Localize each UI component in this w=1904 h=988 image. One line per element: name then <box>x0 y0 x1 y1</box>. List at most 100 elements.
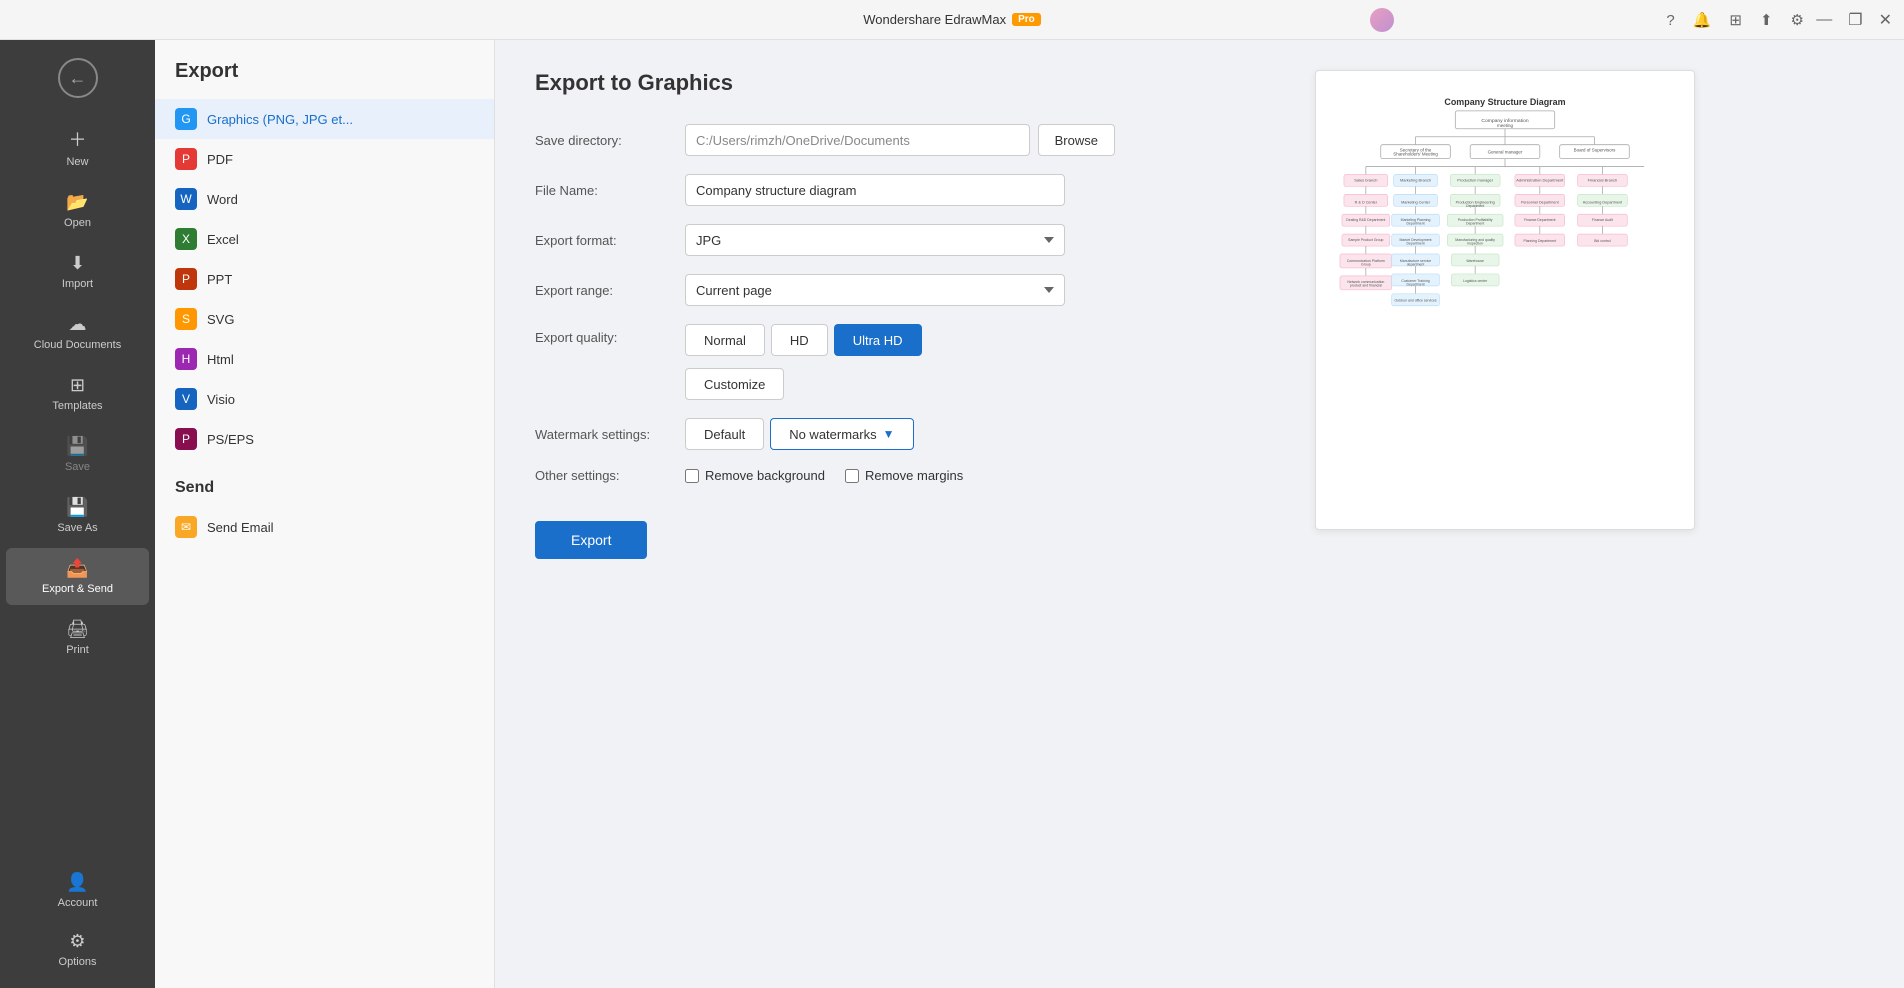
pseps-label: PS/EPS <box>207 432 254 447</box>
pseps-icon: P <box>175 428 197 450</box>
remove-margins-checkbox[interactable] <box>845 469 859 483</box>
email-icon: ✉ <box>175 516 197 538</box>
save-directory-input[interactable] <box>685 124 1030 156</box>
export-type-ppt[interactable]: P PPT <box>155 259 494 299</box>
html-label: Html <box>207 352 234 367</box>
help-icon[interactable]: ? <box>1666 12 1674 29</box>
svg-text:Marketing Branch: Marketing Branch <box>1399 177 1430 182</box>
new-label: New <box>66 156 88 168</box>
export-type-word[interactable]: W Word <box>155 179 494 219</box>
export-type-svg[interactable]: S SVG <box>155 299 494 339</box>
export-range-label: Export range: <box>535 283 685 298</box>
svg-text:department: department <box>1406 262 1424 266</box>
send-section-title: Send <box>155 459 494 507</box>
graphics-icon: G <box>175 108 197 130</box>
graphics-label: Graphics (PNG, JPG et... <box>207 112 353 127</box>
back-button[interactable]: ← <box>58 58 98 98</box>
pdf-label: PDF <box>207 152 233 167</box>
remove-background-checkbox[interactable] <box>685 469 699 483</box>
svg-text:Accounting Department: Accounting Department <box>1582 200 1622 204</box>
watermark-default-btn[interactable]: Default <box>685 418 764 450</box>
bell-icon[interactable]: 🔔 <box>1693 11 1712 29</box>
svg-text:inspection: inspection <box>1467 242 1483 246</box>
save-directory-label: Save directory: <box>535 133 685 148</box>
sidebar-item-account[interactable]: 👤 Account <box>6 862 149 919</box>
close-btn[interactable]: ✕ <box>1879 10 1892 30</box>
svg-text:Marketing Center: Marketing Center <box>1401 200 1431 204</box>
export-type-pseps[interactable]: P PS/EPS <box>155 419 494 459</box>
send-list: ✉ Send Email <box>155 507 494 547</box>
app-title: Wondershare EdrawMax Pro <box>863 12 1041 27</box>
send-email-item[interactable]: ✉ Send Email <box>155 507 494 547</box>
save-as-icon: 💾 <box>66 497 88 518</box>
main-content: Export to Graphics Save directory: Brows… <box>495 40 1904 988</box>
preview-card: Company Structure Diagram Company inform… <box>1315 70 1695 530</box>
export-type-graphics[interactable]: G Graphics (PNG, JPG et... <box>155 99 494 139</box>
svg-text:Company Structure Diagram: Company Structure Diagram <box>1444 97 1565 107</box>
quality-normal-btn[interactable]: Normal <box>685 324 765 356</box>
export-type-html[interactable]: H Html <box>155 339 494 379</box>
remove-margins-label[interactable]: Remove margins <box>845 468 963 483</box>
export-range-row: Export range: Current page All pages Sel… <box>535 274 1115 306</box>
sidebar-item-save: 💾 Save <box>6 426 149 483</box>
sidebar-item-templates[interactable]: ⊞ Templates <box>6 365 149 422</box>
save-directory-row: Save directory: Browse <box>535 124 1115 156</box>
file-name-label: File Name: <box>535 183 685 198</box>
diagram-preview: Company Structure Diagram Company inform… <box>1336 91 1674 369</box>
export-type-pdf[interactable]: P PDF <box>155 139 494 179</box>
quality-hd-btn[interactable]: HD <box>771 324 828 356</box>
minimize-btn[interactable]: — <box>1816 11 1832 29</box>
svg-text:Sales branch: Sales branch <box>1354 177 1377 182</box>
avatar[interactable] <box>1370 8 1394 32</box>
customize-btn[interactable]: Customize <box>685 368 784 400</box>
save-icon: 💾 <box>66 436 88 457</box>
ppt-icon: P <box>175 268 197 290</box>
export-form: Export to Graphics Save directory: Brows… <box>535 70 1115 958</box>
ppt-label: PPT <box>207 272 232 287</box>
export-type-list: G Graphics (PNG, JPG et... P PDF W Word … <box>155 99 494 459</box>
sidebar-item-print[interactable]: 🖨 Print <box>6 609 149 666</box>
pro-badge: Pro <box>1012 13 1041 26</box>
export-type-visio[interactable]: V Visio <box>155 379 494 419</box>
svg-text:Outdoor and office services: Outdoor and office services <box>1394 299 1436 303</box>
sidebar-item-import[interactable]: ⬇ Import <box>6 243 149 300</box>
export-type-panel: Export G Graphics (PNG, JPG et... P PDF … <box>155 40 495 988</box>
remove-background-label[interactable]: Remove background <box>685 468 825 483</box>
export-format-row: Export format: JPG PNG BMP TIFF SVG <box>535 224 1115 256</box>
save-as-label: Save As <box>57 522 97 534</box>
svg-text:Department: Department <box>1406 282 1424 286</box>
open-icon: 📂 <box>66 192 88 213</box>
quality-ultrahd-btn[interactable]: Ultra HD <box>834 324 922 356</box>
svg-text:Bid control: Bid control <box>1594 239 1611 243</box>
apps-icon[interactable]: ⊞ <box>1729 11 1742 29</box>
sidebar-item-options[interactable]: ⚙ Options <box>6 921 149 978</box>
export-button[interactable]: Export <box>535 521 647 559</box>
watermark-no-watermarks-btn[interactable]: No watermarks ▼ <box>770 418 913 450</box>
settings-icon[interactable]: ⚙ <box>1791 11 1804 29</box>
svg-text:Department: Department <box>1406 222 1424 226</box>
svg-text:Finance Department: Finance Department <box>1524 218 1555 222</box>
titlebar: Wondershare EdrawMax Pro ? 🔔 ⊞ ⬆ ⚙ — ❐ ✕ <box>0 0 1904 40</box>
visio-label: Visio <box>207 392 235 407</box>
sidebar-item-save-as[interactable]: 💾 Save As <box>6 487 149 544</box>
sidebar-item-new[interactable]: ＋ New <box>6 116 149 178</box>
sidebar-item-open[interactable]: 📂 Open <box>6 182 149 239</box>
export-range-select[interactable]: Current page All pages Selected shapes <box>685 274 1065 306</box>
upload-icon[interactable]: ⬆ <box>1760 11 1773 29</box>
export-type-excel[interactable]: X Excel <box>155 219 494 259</box>
svg-text:Department: Department <box>1466 222 1484 226</box>
export-format-select[interactable]: JPG PNG BMP TIFF SVG <box>685 224 1065 256</box>
export-icon: 📤 <box>66 558 88 579</box>
svg-text:Board of Supervisors: Board of Supervisors <box>1573 148 1615 153</box>
browse-button[interactable]: Browse <box>1038 124 1115 156</box>
svg-text:meeting: meeting <box>1497 123 1513 128</box>
save-label: Save <box>65 461 90 473</box>
page-title: Export to Graphics <box>535 70 1115 96</box>
sidebar-item-export[interactable]: 📤 Export & Send <box>6 548 149 605</box>
file-name-input[interactable] <box>685 174 1065 206</box>
print-label: Print <box>66 644 89 656</box>
sidebar-item-cloud[interactable]: ☁ Cloud Documents <box>6 304 149 361</box>
svg-text:Production manager: Production manager <box>1457 177 1493 182</box>
restore-btn[interactable]: ❐ <box>1848 10 1862 30</box>
svg-text:Logistics center: Logistics center <box>1463 279 1488 283</box>
